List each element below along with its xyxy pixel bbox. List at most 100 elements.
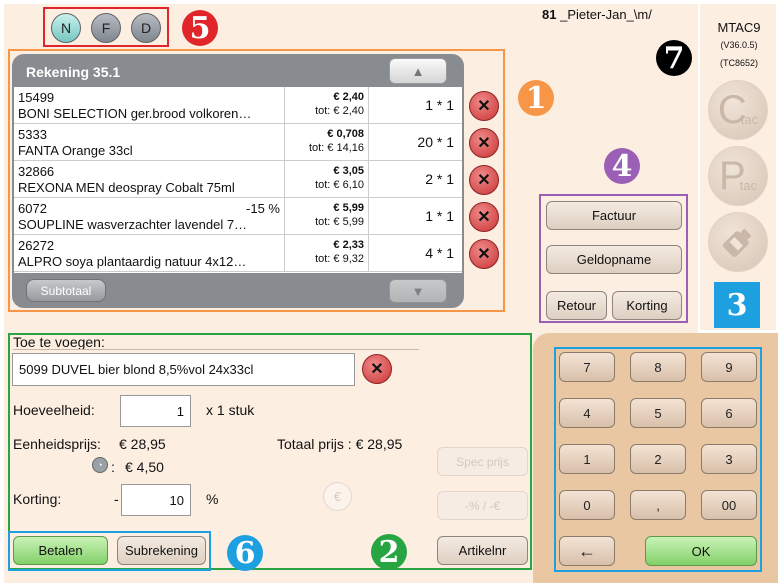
bottle-svg — [722, 228, 752, 258]
badge-1: 1 — [518, 80, 554, 116]
geldopname-button[interactable]: Geldopname — [546, 245, 682, 274]
item-input[interactable]: 5099 DUVEL bier blond 8,5%vol 24x33cl — [12, 353, 355, 386]
receipt-row[interactable]: 15499 BONI SELECTION ger.brood volkoren…… — [14, 87, 462, 124]
scroll-up-button[interactable]: ▲ — [389, 58, 447, 84]
row-price: € 3,05 tot: € 6,10 — [284, 161, 368, 197]
row-price: € 2,40 tot: € 2,40 — [284, 87, 368, 123]
scroll-down-button[interactable]: ▼ — [389, 279, 447, 303]
terminal-code: (TC8652) — [719, 58, 758, 68]
add-item-title: Toe te voegen: — [13, 334, 105, 350]
unit-price-label: Eenheidsprijs: — [13, 436, 101, 452]
artikelnr-button[interactable]: Artikelnr — [437, 536, 528, 565]
subrekening-button[interactable]: Subrekening — [117, 536, 206, 565]
badge-6: 6 — [227, 535, 263, 571]
row-name: ALPRO soya plantaardig natuur 4x12… — [18, 254, 247, 269]
korting-button[interactable]: Korting — [612, 291, 682, 320]
row-total: tot: € 6,10 — [315, 179, 364, 191]
spec-price-button[interactable]: Spec prijs — [437, 447, 528, 476]
user-name: _Pieter-Jan_\m/ — [560, 7, 652, 22]
backspace-key[interactable]: ← — [559, 536, 615, 566]
retour-button[interactable]: Retour — [546, 291, 607, 320]
key-1[interactable]: 1 — [559, 444, 615, 474]
quantity-unit: x 1 stuk — [206, 402, 255, 418]
row-name: BONI SELECTION ger.brood volkoren… — [18, 106, 252, 121]
row-qty: 4 * 1 — [368, 235, 462, 271]
row-unit-price: € 2,33 — [333, 239, 364, 251]
subtotal-button[interactable]: Subtotaal — [26, 279, 106, 302]
delete-row-1-button[interactable]: ✕ — [469, 91, 499, 121]
user-indicator: 81 _Pieter-Jan_\m/ — [542, 7, 652, 22]
user-number: 81 — [542, 7, 557, 22]
row-total: tot: € 5,99 — [315, 216, 364, 228]
key-2[interactable]: 2 — [630, 444, 686, 474]
ctac-icon[interactable]: Ctac — [708, 80, 768, 140]
receipt-title: Rekening 35.1 — [26, 64, 121, 80]
row-code: 5333 — [18, 127, 47, 142]
delete-row-4-button[interactable]: ✕ — [469, 202, 499, 232]
receipt-rows: 15499 BONI SELECTION ger.brood volkoren…… — [14, 87, 462, 273]
discount-label: Korting: — [13, 491, 62, 507]
key-6[interactable]: 6 — [701, 398, 757, 428]
row-qty: 20 * 1 — [368, 124, 462, 160]
delete-row-2-button[interactable]: ✕ — [469, 128, 499, 158]
discount-input[interactable]: 10 — [121, 484, 191, 516]
receipt-row[interactable]: 32866 REXONA MEN deospray Cobalt 75ml € … — [14, 161, 462, 198]
row-unit-price: € 2,40 — [333, 91, 364, 103]
row-unit-price: € 0,708 — [327, 128, 364, 140]
delete-row-3-button[interactable]: ✕ — [469, 165, 499, 195]
quantity-label: Hoeveelheid: — [13, 402, 95, 418]
ptac-sub: tac — [739, 177, 758, 193]
key-0[interactable]: 0 — [559, 490, 615, 520]
row-unit-price: € 5,99 — [333, 202, 364, 214]
total-price-label: Totaal prijs : € 28,95 — [277, 436, 403, 452]
key-5[interactable]: 5 — [630, 398, 686, 428]
mode-d-button[interactable]: D — [131, 13, 161, 43]
key-3[interactable]: 3 — [701, 444, 757, 474]
mode-n-button[interactable]: N — [51, 13, 81, 43]
deposit-colon: : — [111, 459, 115, 475]
badge-7: 7 — [656, 40, 692, 76]
unit-price-value: € 28,95 — [119, 436, 166, 452]
row-qty: 1 * 1 — [368, 198, 462, 234]
bottle-icon[interactable] — [708, 212, 768, 272]
receipt-row[interactable]: 5333 FANTA Orange 33cl € 0,708 tot: € 14,… — [14, 124, 462, 161]
key-7[interactable]: 7 — [559, 352, 615, 382]
pct-euro-button[interactable]: -% / -€ — [437, 491, 528, 520]
receipt-row[interactable]: 26272 ALPRO soya plantaardig natuur 4x12… — [14, 235, 462, 272]
row-name: REXONA MEN deospray Cobalt 75ml — [18, 180, 235, 195]
euro-toggle-button[interactable]: € — [323, 482, 352, 511]
row-price: € 5,99 tot: € 5,99 — [284, 198, 368, 234]
row-total: tot: € 14,16 — [308, 142, 364, 154]
key-comma[interactable]: , — [630, 490, 686, 520]
receipt-row[interactable]: 6072 SOUPLINE wasverzachter lavendel 7… … — [14, 198, 462, 235]
factuur-button[interactable]: Factuur — [546, 201, 682, 230]
ctac-sub: tac — [740, 111, 759, 127]
key-00[interactable]: 00 — [701, 490, 757, 520]
terminal-name: MTAC9 — [717, 20, 761, 35]
quantity-input[interactable]: 1 — [120, 395, 191, 427]
key-9[interactable]: 9 — [701, 352, 757, 382]
row-code: 15499 — [18, 90, 55, 105]
clear-item-button[interactable]: ✕ — [362, 354, 392, 384]
badge-5: 5 — [182, 10, 218, 46]
ok-button[interactable]: OK — [645, 536, 757, 566]
ptac-icon[interactable]: Ptac — [708, 146, 768, 206]
delete-row-5-button[interactable]: ✕ — [469, 239, 499, 269]
key-4[interactable]: 4 — [559, 398, 615, 428]
divider — [13, 349, 419, 350]
row-code: 26272 — [18, 238, 55, 253]
row-unit-price: € 3,05 — [333, 165, 364, 177]
row-price: € 0,708 tot: € 14,16 — [284, 124, 368, 160]
deposit-value: € 4,50 — [125, 459, 164, 475]
row-code: 6072 — [18, 201, 47, 216]
mode-f-button[interactable]: F — [91, 13, 121, 43]
row-qty: 2 * 1 — [368, 161, 462, 197]
betalen-button[interactable]: Betalen — [13, 536, 108, 565]
deposit-icon: ◔ — [92, 457, 108, 473]
key-8[interactable]: 8 — [630, 352, 686, 382]
discount-unit: % — [206, 491, 219, 507]
badge-3: 3 — [714, 282, 760, 328]
row-code: 32866 — [18, 164, 55, 179]
row-name: FANTA Orange 33cl — [18, 143, 133, 158]
discount-minus: - — [114, 491, 119, 507]
